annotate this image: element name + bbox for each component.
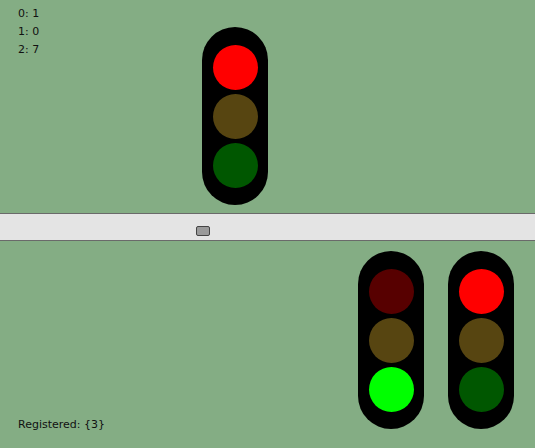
top-area: 0: 11: 02: 7 (0, 0, 535, 213)
road (0, 213, 535, 241)
amber-lamp (459, 318, 504, 363)
traffic-light (358, 251, 424, 429)
counter: 0: 1 (18, 5, 202, 23)
counter: 1: 0 (18, 23, 202, 41)
car (196, 226, 210, 236)
amber-lamp (213, 94, 258, 139)
green-lamp (369, 367, 414, 412)
green-lamp (213, 143, 258, 188)
bottom-area: Registered: {3} (0, 241, 535, 448)
amber-lamp (369, 318, 414, 363)
red-lamp (369, 269, 414, 314)
red-lamp (459, 269, 504, 314)
status-text: Registered: {3} (18, 418, 105, 432)
counter: 2: 7 (18, 41, 202, 59)
counters: 0: 11: 02: 7 (18, 5, 202, 213)
light-row (358, 251, 514, 429)
green-lamp (459, 367, 504, 412)
traffic-light (202, 27, 268, 205)
traffic-light (448, 251, 514, 429)
simulation: 0: 11: 02: 7 Registered: {3} (0, 0, 535, 448)
red-lamp (213, 45, 258, 90)
